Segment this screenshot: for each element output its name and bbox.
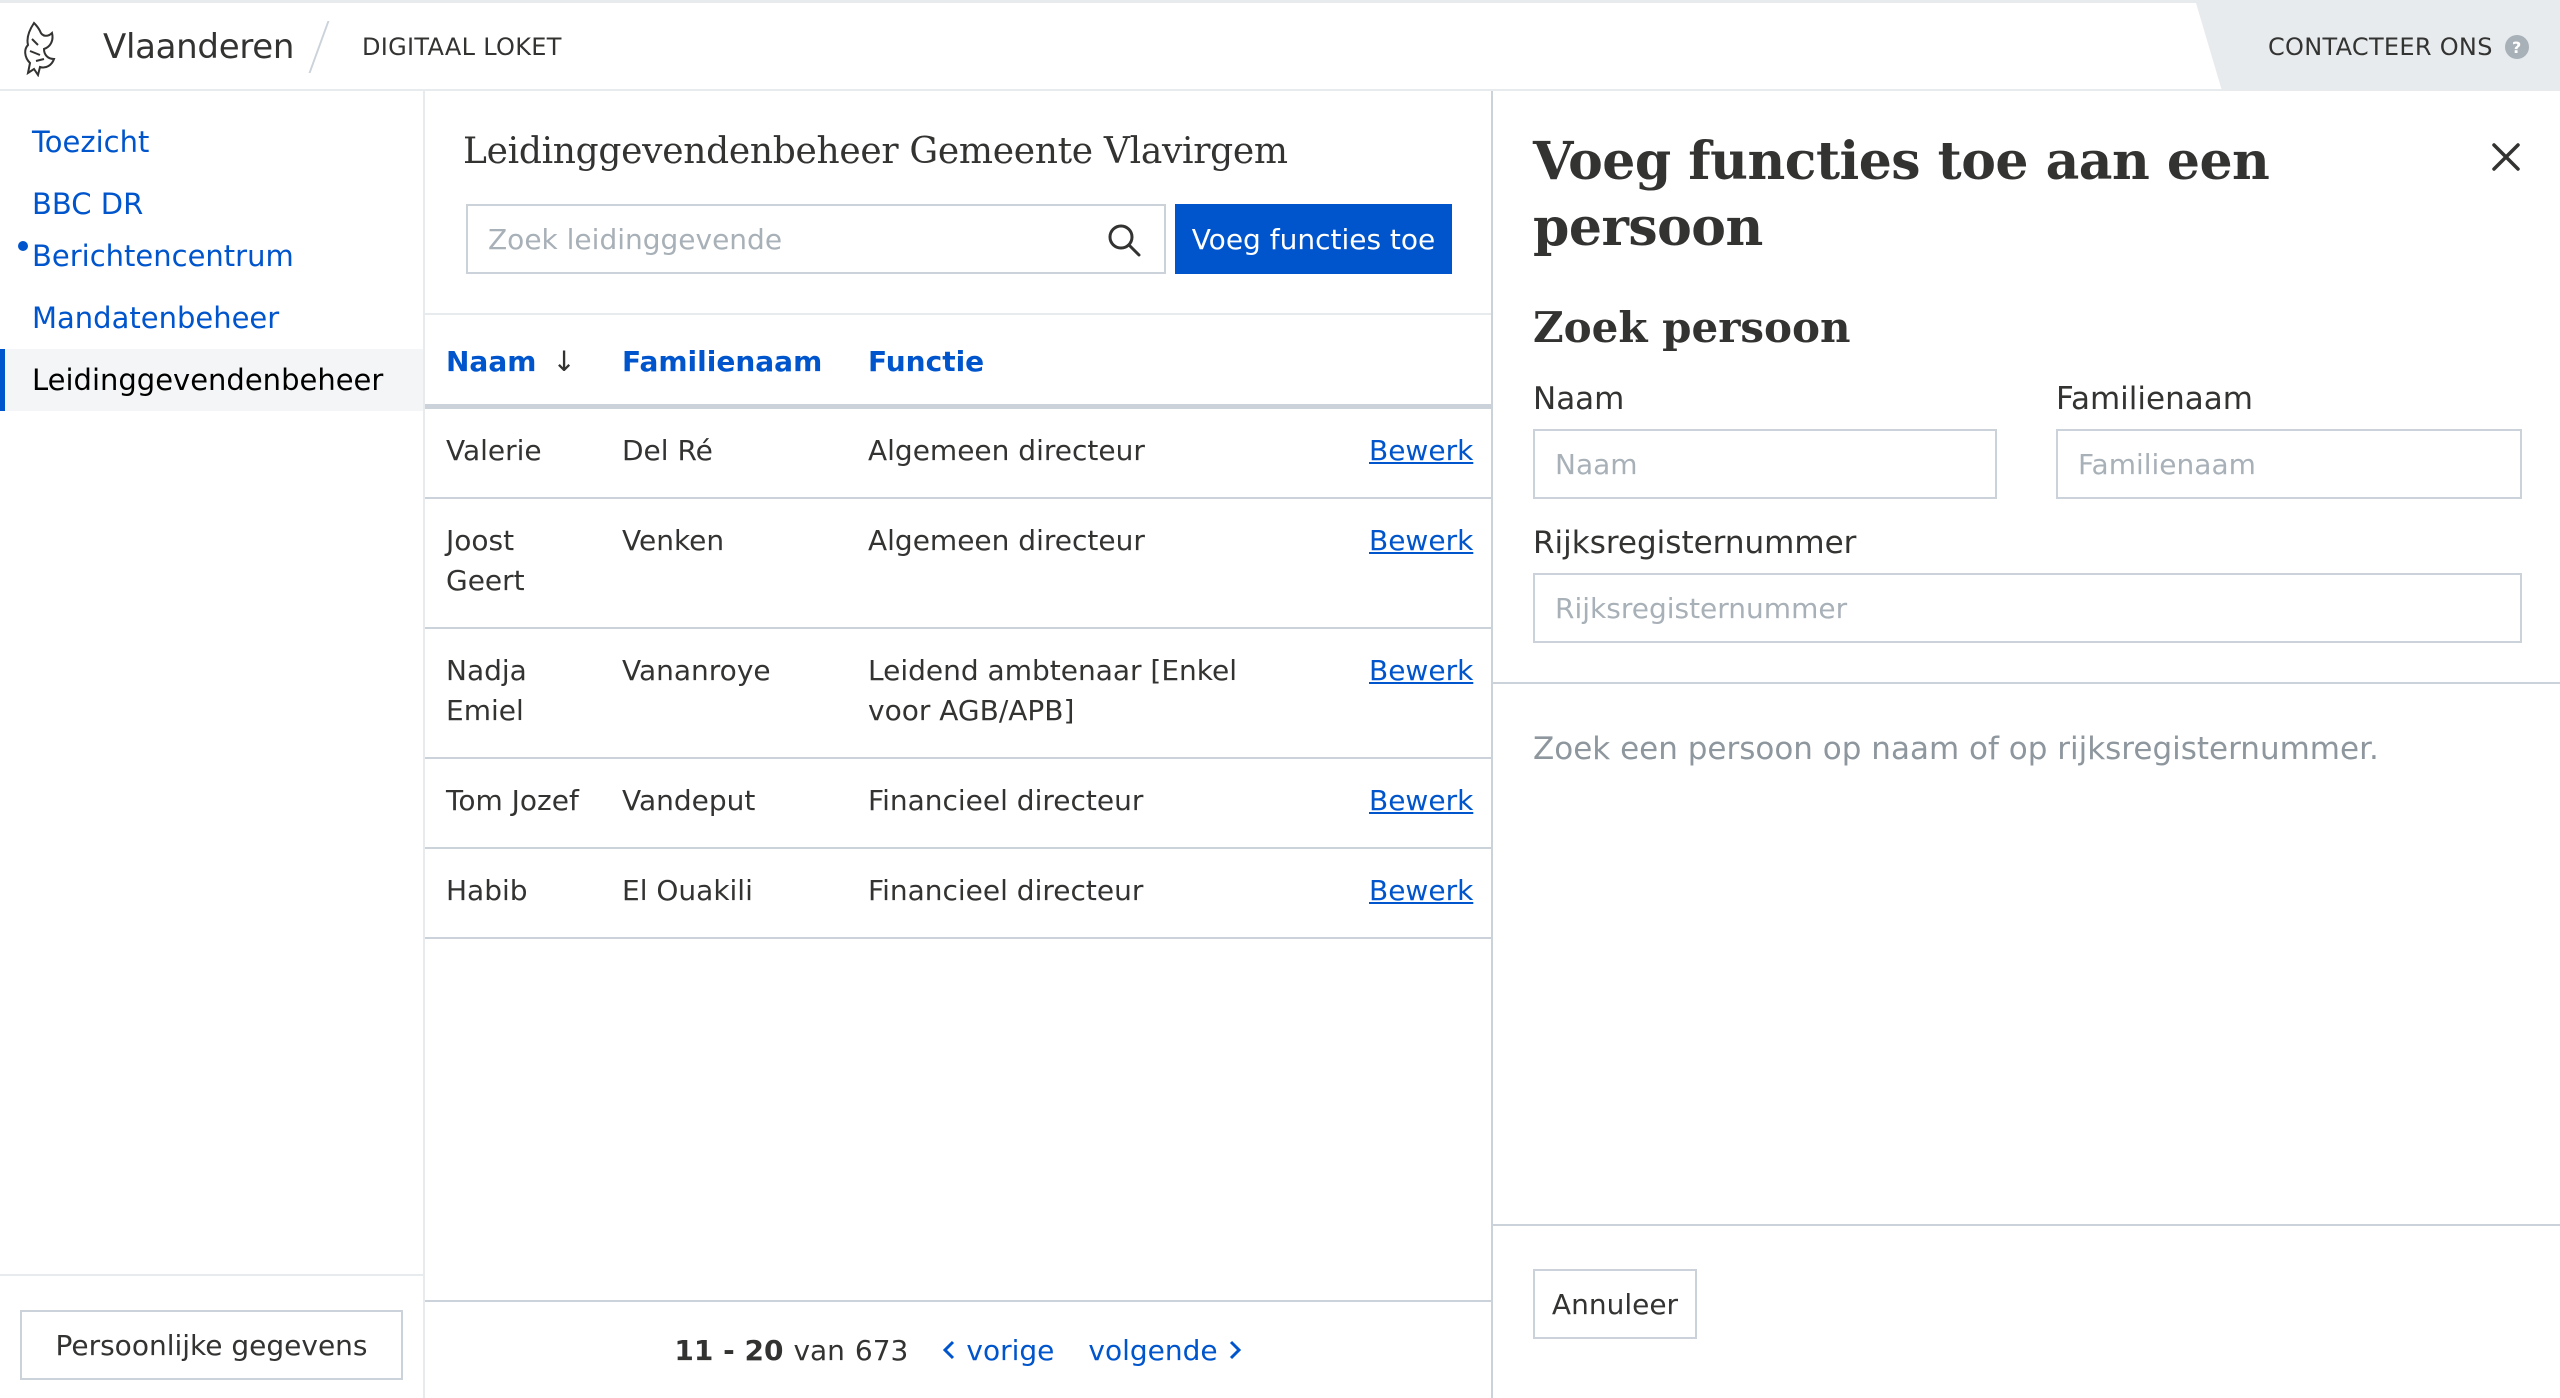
next-label: volgende [1088, 1333, 1218, 1367]
page-title: Leidinggevendenbeheer Gemeente Vlavirgem [463, 131, 1288, 172]
sort-descending-icon: ↓ [552, 345, 576, 378]
panel-footer-divider [1493, 1224, 2560, 1226]
leaders-table: Naam ↓ Familienaam Functie Valerie Del R… [425, 313, 1491, 939]
cancel-button[interactable]: Annuleer [1533, 1269, 1697, 1339]
help-icon: ? [2504, 35, 2529, 59]
previous-label: vorige [966, 1333, 1055, 1367]
app-name[interactable]: DIGITAAL LOKET [362, 33, 562, 61]
column-label: Naam [446, 345, 537, 378]
page-total: 673 [854, 1333, 909, 1367]
cell-functie: Leidend ambtenaar [Enkel voor AGB/APB] [868, 654, 1238, 727]
cell-familienaam: Del Ré [622, 434, 713, 467]
edit-link[interactable]: Bewerk [1369, 431, 1473, 471]
cell-naam: Tom Jozef [446, 784, 579, 817]
cell-familienaam: Vandeput [622, 784, 756, 817]
contact-button[interactable]: CONTACTEER ONS ? [2268, 33, 2529, 61]
edit-link[interactable]: Bewerk [1369, 781, 1473, 821]
sidebar-item-toezicht[interactable]: Toezicht [0, 111, 423, 173]
cell-functie: Algemeen directeur [868, 524, 1145, 557]
column-header-functie[interactable]: Functie [868, 345, 984, 378]
top-header: Vlaanderen DIGITAAL LOKET CONTACTEER ONS… [0, 0, 2560, 91]
cell-familienaam: Vananroye [622, 654, 771, 687]
cell-naam: Valerie [446, 434, 542, 467]
rijksregisternummer-label: Rijksregisternummer [1533, 525, 1857, 561]
search-icon[interactable] [1106, 222, 1142, 258]
sidebar-item-mandatenbeheer[interactable]: Mandatenbeheer [0, 287, 423, 349]
rijksregisternummer-field[interactable] [1533, 573, 2522, 643]
cell-familienaam: Venken [622, 524, 725, 557]
page-of-label: van [793, 1333, 845, 1367]
table-row: Nadja Emiel Vananroye Leidend ambtenaar … [425, 629, 1491, 759]
cell-naam: Nadja Emiel [446, 654, 527, 727]
cell-functie: Algemeen directeur [868, 434, 1145, 467]
table-row: Joost Geert Venken Algemeen directeur Be… [425, 499, 1491, 629]
edit-link[interactable]: Bewerk [1369, 651, 1473, 691]
naam-label: Naam [1533, 381, 1625, 417]
cell-familienaam: El Ouakili [622, 874, 753, 907]
add-functions-button[interactable]: Voeg functies toe [1175, 204, 1452, 274]
page-range: 11 - 20 [674, 1333, 784, 1367]
sidebar-item-berichtencentrum[interactable]: Berichtencentrum [0, 225, 423, 287]
pagination: 11 - 20 van 673 vorige volgende [425, 1300, 1491, 1398]
personal-data-button[interactable]: Persoonlijke gegevens [20, 1310, 403, 1380]
chevron-right-icon [1229, 1340, 1241, 1360]
cell-functie: Financieel directeur [868, 784, 1144, 817]
sidebar-item-label: Berichtencentrum [32, 239, 294, 273]
previous-page-link[interactable]: vorige [942, 1334, 1054, 1367]
next-page-link[interactable]: volgende [1088, 1334, 1241, 1367]
panel-title: Voeg functies toe aan een persoon [1533, 131, 2270, 258]
close-icon[interactable] [2488, 139, 2524, 175]
sidebar-footer: Persoonlijke gegevens [0, 1274, 423, 1398]
chevron-left-icon [943, 1340, 955, 1360]
cell-naam: Habib [446, 874, 528, 907]
edit-link[interactable]: Bewerk [1369, 521, 1473, 561]
unread-indicator-icon [18, 241, 28, 251]
main-content: Leidinggevendenbeheer Gemeente Vlavirgem… [425, 91, 1491, 1398]
table-header: Naam ↓ Familienaam Functie [425, 313, 1491, 409]
cell-naam: Joost Geert [446, 524, 525, 597]
column-header-naam[interactable]: Naam ↓ [446, 345, 576, 378]
flemish-lion-logo-icon[interactable] [20, 19, 62, 77]
table-row: Valerie Del Ré Algemeen directeur Bewerk [425, 409, 1491, 499]
sidebar-item-leidinggevendenbeheer[interactable]: Leidinggevendenbeheer [0, 349, 423, 411]
column-header-familienaam[interactable]: Familienaam [622, 345, 822, 378]
search-input[interactable] [488, 222, 1088, 256]
naam-field[interactable] [1533, 429, 1997, 499]
familienaam-label: Familienaam [2056, 381, 2253, 417]
add-functions-panel: Voeg functies toe aan een persoon Zoek p… [1491, 91, 2560, 1398]
table-row: Tom Jozef Vandeput Financieel directeur … [425, 759, 1491, 849]
header-divider [308, 21, 330, 73]
search-field[interactable] [466, 204, 1166, 274]
familienaam-field[interactable] [2056, 429, 2522, 499]
table-row: Habib El Ouakili Financieel directeur Be… [425, 849, 1491, 939]
search-hint: Zoek een persoon op naam of op rijksregi… [1533, 731, 2379, 767]
cell-functie: Financieel directeur [868, 874, 1144, 907]
contact-label: CONTACTEER ONS [2268, 33, 2493, 61]
sidebar: Toezicht BBC DR Berichtencentrum Mandate… [0, 91, 425, 1398]
brand-name[interactable]: Vlaanderen [103, 27, 294, 67]
panel-divider [1493, 682, 2560, 684]
edit-link[interactable]: Bewerk [1369, 871, 1473, 911]
panel-subtitle: Zoek persoon [1533, 303, 1851, 352]
